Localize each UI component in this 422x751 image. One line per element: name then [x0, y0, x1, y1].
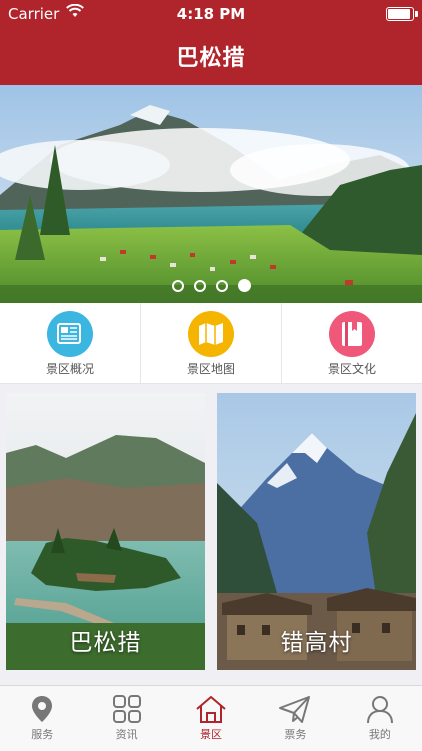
card-title: 错高村: [280, 630, 353, 656]
quick-link-culture[interactable]: 景区文化: [281, 303, 422, 383]
scenic-card-basongcuo[interactable]: 巴松措: [6, 393, 205, 670]
tab-label: 资讯: [115, 728, 138, 741]
page-title: 巴松措: [176, 46, 246, 71]
bottom-tab-bar: 服务 资讯 景区 票务 我的: [0, 685, 422, 751]
location-pin-icon: [32, 696, 53, 722]
carousel-dot[interactable]: [171, 279, 184, 292]
carousel-dot[interactable]: [193, 279, 206, 292]
tab-scenic[interactable]: 景区: [169, 686, 253, 751]
banner-carousel[interactable]: [0, 85, 422, 303]
grid-icon: [112, 695, 141, 723]
tab-news[interactable]: 资讯: [84, 686, 168, 751]
tab-ticket[interactable]: 票务: [253, 686, 337, 751]
paper-plane-icon: [279, 696, 311, 723]
quick-link-label: 景区地图: [186, 362, 235, 376]
app-header: Carrier 4:18 PM 巴松措: [0, 0, 422, 85]
user-icon: [366, 696, 393, 724]
status-time: 4:18 PM: [176, 5, 246, 23]
card-title: 巴松措: [69, 630, 142, 656]
home-icon: [196, 696, 226, 723]
carousel-dot[interactable]: [215, 279, 228, 292]
quick-link-overview[interactable]: 景区概况: [0, 303, 140, 383]
tab-service[interactable]: 服务: [0, 686, 84, 751]
carousel-dot[interactable]: [237, 279, 251, 292]
scenic-card-cuogao-village[interactable]: 错高村: [217, 393, 416, 670]
quick-links: 景区概况 景区地图 景区文化: [0, 303, 422, 384]
quick-link-label: 景区文化: [327, 362, 376, 376]
tab-label: 服务: [31, 728, 54, 741]
tab-label: 我的: [368, 728, 391, 741]
carousel-indicators[interactable]: [0, 275, 422, 294]
quick-link-label: 景区概况: [45, 362, 94, 376]
tab-label: 票务: [284, 728, 307, 741]
tab-mine[interactable]: 我的: [338, 686, 422, 751]
quick-link-map[interactable]: 景区地图: [140, 303, 281, 383]
status-bar: Carrier 4:18 PM: [0, 0, 422, 28]
battery-icon: [386, 7, 418, 21]
map-icon: [188, 311, 234, 357]
battery-level: [388, 9, 410, 19]
banner-image: [0, 85, 422, 303]
book-icon: [329, 311, 375, 357]
newspaper-icon: [47, 311, 93, 357]
tab-label: 景区: [200, 728, 223, 741]
